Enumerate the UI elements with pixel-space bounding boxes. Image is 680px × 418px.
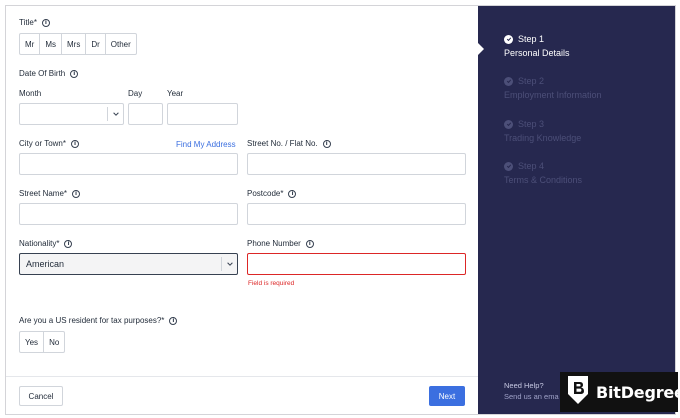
- street-no-label: Street No. / Flat No. i: [247, 139, 331, 148]
- title-option-ms[interactable]: Ms: [40, 34, 62, 54]
- info-icon[interactable]: i: [322, 139, 331, 148]
- step-4: Step 4 Terms & Conditions: [504, 161, 582, 185]
- title-option-mrs[interactable]: Mrs: [62, 34, 87, 54]
- step-1-number: Step 1: [518, 34, 545, 44]
- year-label: Year: [167, 89, 184, 98]
- dob-label: Date Of Birth i: [19, 69, 79, 78]
- step-3: Step 3 Trading Knowledge: [504, 119, 581, 143]
- bitdegree-watermark: BitDegree: [560, 372, 680, 412]
- next-button[interactable]: Next: [429, 386, 465, 406]
- nationality-select[interactable]: American: [19, 253, 238, 275]
- nationality-label: Nationality* i: [19, 239, 73, 248]
- day-label: Day: [128, 89, 143, 98]
- help-email-link[interactable]: Send us an ema: [504, 391, 559, 402]
- chevron-down-icon: [107, 107, 123, 121]
- info-icon[interactable]: i: [305, 239, 314, 248]
- active-step-pointer: [478, 43, 484, 55]
- us-resident-yes[interactable]: Yes: [20, 332, 45, 352]
- step-1: Step 1 Personal Details: [504, 34, 570, 58]
- step-1-name: Personal Details: [504, 48, 570, 58]
- bitdegree-logo-icon: [565, 374, 591, 411]
- street-name-label: Street Name* i: [19, 189, 81, 198]
- check-circle-icon: [504, 34, 513, 44]
- city-label-text: City or Town*: [19, 139, 66, 148]
- info-icon[interactable]: i: [288, 189, 297, 198]
- step-2-name: Employment Information: [504, 90, 602, 100]
- info-icon[interactable]: i: [169, 316, 178, 325]
- info-icon[interactable]: i: [41, 18, 50, 27]
- postcode-label-text: Postcode*: [247, 189, 284, 198]
- check-circle-icon: [504, 76, 513, 86]
- us-resident-label: Are you a US resident for tax purposes?*…: [19, 316, 178, 325]
- day-input[interactable]: [128, 103, 163, 125]
- personal-details-form: Title* i Mr Ms Mrs Dr Other Date Of Birt…: [6, 6, 478, 414]
- nationality-value: American: [26, 259, 65, 269]
- city-label: City or Town* i: [19, 139, 79, 148]
- step-2: Step 2 Employment Information: [504, 76, 602, 100]
- info-icon[interactable]: i: [72, 189, 81, 198]
- step-4-number: Step 4: [518, 161, 545, 171]
- check-circle-icon: [504, 119, 513, 129]
- month-label: Month: [19, 89, 42, 98]
- phone-label-text: Phone Number: [247, 239, 301, 248]
- steps-sidebar: Step 1 Personal Details Step 2 Employmen…: [478, 6, 675, 414]
- info-icon[interactable]: i: [64, 239, 73, 248]
- step-4-name: Terms & Conditions: [504, 175, 583, 185]
- phone-input[interactable]: [247, 253, 466, 275]
- street-no-input[interactable]: [247, 153, 466, 175]
- help-title: Need Help?: [504, 381, 544, 390]
- street-name-label-text: Street Name*: [19, 189, 68, 198]
- signup-window: Title* i Mr Ms Mrs Dr Other Date Of Birt…: [5, 5, 676, 415]
- check-circle-icon: [504, 161, 513, 171]
- help-section: Need Help? Send us an ema: [504, 380, 559, 402]
- bitdegree-brand: BitDegree: [596, 382, 680, 402]
- phone-label: Phone Number i: [247, 239, 314, 248]
- postcode-label: Postcode* i: [247, 189, 297, 198]
- step-3-number: Step 3: [518, 119, 545, 129]
- nationality-label-text: Nationality*: [19, 239, 60, 248]
- us-resident-label-text: Are you a US resident for tax purposes?*: [19, 316, 165, 325]
- title-option-other[interactable]: Other: [106, 34, 136, 54]
- step-2-number: Step 2: [518, 76, 545, 86]
- us-resident-no[interactable]: No: [44, 332, 64, 352]
- title-option-mr[interactable]: Mr: [20, 34, 41, 54]
- form-footer: Cancel Next: [6, 376, 478, 414]
- postcode-input[interactable]: [247, 203, 466, 225]
- info-icon[interactable]: i: [70, 69, 79, 78]
- title-selector: Mr Ms Mrs Dr Other: [19, 33, 137, 55]
- us-resident-selector: Yes No: [19, 331, 66, 353]
- cancel-button[interactable]: Cancel: [19, 386, 63, 406]
- find-my-address-link[interactable]: Find My Address: [176, 140, 236, 149]
- dob-label-text: Date Of Birth: [19, 69, 66, 78]
- city-input[interactable]: [19, 153, 238, 175]
- month-select[interactable]: [19, 103, 124, 125]
- title-label-text: Title*: [19, 18, 37, 27]
- title-option-dr[interactable]: Dr: [86, 34, 106, 54]
- year-input[interactable]: [167, 103, 238, 125]
- step-3-name: Trading Knowledge: [504, 133, 582, 143]
- title-label: Title* i: [19, 18, 50, 27]
- info-icon[interactable]: i: [70, 139, 79, 148]
- street-no-label-text: Street No. / Flat No.: [247, 139, 318, 148]
- street-name-input[interactable]: [19, 203, 238, 225]
- phone-error-message: Field is required: [248, 280, 295, 287]
- chevron-down-icon: [221, 257, 237, 271]
